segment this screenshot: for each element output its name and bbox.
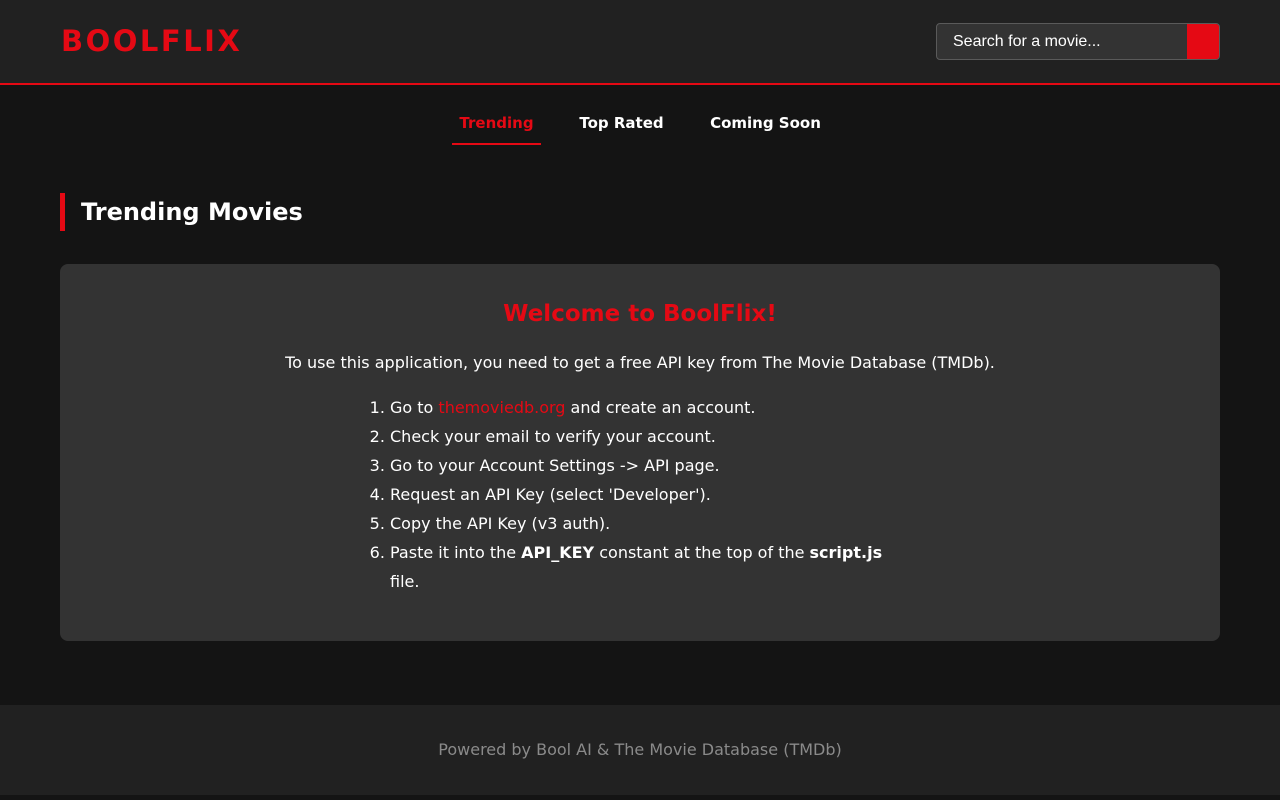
step-text: file. [390,572,420,591]
list-item: Go to your Account Settings -> API page. [390,451,891,480]
site-footer: Powered by Bool AI & The Movie Database … [0,705,1280,795]
welcome-intro: To use this application, you need to get… [285,353,995,372]
tmdb-link[interactable]: themoviedb.org [438,398,565,417]
list-item: Paste it into the API_KEY constant at th… [390,538,891,596]
list-item: Check your email to verify your account. [390,422,891,451]
search-button[interactable] [1187,24,1219,59]
welcome-card: Welcome to BoolFlix! To use this applica… [60,264,1220,641]
list-item: Go to themoviedb.org and create an accou… [390,393,891,422]
step-text: Paste it into the [390,543,522,562]
search-bar [936,23,1220,60]
main-nav: Trending Top Rated Coming Soon [0,108,1280,148]
tab-top-rated[interactable]: Top Rated [574,108,669,145]
step-text: Go to [390,398,439,417]
step-text: and create an account. [565,398,756,417]
list-item: Copy the API Key (v3 auth). [390,509,891,538]
setup-steps: Go to themoviedb.org and create an accou… [371,393,891,596]
search-input[interactable] [937,24,1188,59]
list-item: Request an API Key (select 'Developer'). [390,480,891,509]
site-header: BOOLFLIX [0,0,1280,85]
logo[interactable]: BOOLFLIX [61,24,242,58]
tab-trending[interactable]: Trending [452,108,541,145]
footer-text: Powered by Bool AI & The Movie Database … [438,740,842,759]
api-key-code: API_KEY [521,543,595,562]
step-text: constant at the top of the [594,543,810,562]
section-title: Trending Movies [60,193,303,231]
welcome-title: Welcome to BoolFlix! [503,301,777,327]
tab-coming-soon[interactable]: Coming Soon [703,108,828,145]
script-file-code: script.js [809,543,883,562]
